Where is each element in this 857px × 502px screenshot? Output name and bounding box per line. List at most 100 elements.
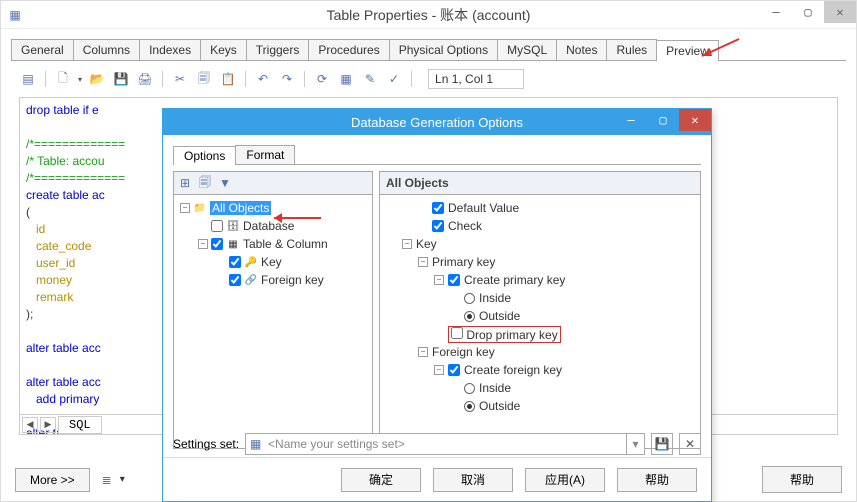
dialog-close-button[interactable]: ✕ (679, 109, 711, 131)
help-button[interactable]: 帮助 (762, 466, 842, 493)
tab-triggers[interactable]: Triggers (246, 39, 310, 60)
settings-set-input[interactable]: ▦ <Name your settings set> ▾ (245, 433, 645, 455)
paste-icon[interactable]: 📋 (219, 70, 237, 88)
options-tree[interactable]: Default ValueCheck−Key−Primary key−Creat… (379, 195, 701, 449)
option-row[interactable]: Inside (382, 379, 698, 397)
tab-procedures[interactable]: Procedures (308, 39, 389, 60)
option-row[interactable]: −Foreign key (382, 343, 698, 361)
dropdown-icon[interactable]: ▾ (120, 474, 125, 485)
nav-next-icon[interactable]: ▶ (40, 417, 56, 433)
dropdown-icon[interactable]: ▾ (626, 434, 644, 454)
db-generation-dialog: Database Generation Options — ▢ ✕ Option… (162, 108, 712, 502)
options-icon[interactable]: ▦ (337, 70, 355, 88)
object-tree[interactable]: −📁All Objects🗄Database−▦Table & Column🔑K… (173, 195, 373, 449)
tree-checkbox[interactable] (229, 256, 241, 268)
apply-button[interactable]: 应用(A) (525, 468, 605, 492)
new-icon[interactable]: 🗋 (54, 70, 72, 88)
tree-icon: 🔑 (244, 256, 258, 268)
tree-item[interactable]: 🔗Foreign key (176, 271, 370, 289)
close-button[interactable]: ✕ (824, 1, 856, 23)
settings-placeholder: <Name your settings set> (268, 437, 405, 451)
nav-prev-icon[interactable]: ◀ (22, 417, 38, 433)
tree-checkbox[interactable] (229, 274, 241, 286)
expand-all-icon[interactable]: ⊞ (178, 176, 192, 190)
more-button[interactable]: More >> (15, 468, 90, 492)
option-row[interactable]: −Create foreign key (382, 361, 698, 379)
option-row[interactable]: −Primary key (382, 253, 698, 271)
print-icon[interactable]: 🖨 (136, 70, 154, 88)
tab-mysql[interactable]: MySQL (497, 39, 557, 60)
option-checkbox[interactable] (432, 202, 444, 214)
ok-button[interactable]: 确定 (341, 468, 421, 492)
cut-icon[interactable]: ✂ (171, 70, 189, 88)
option-row[interactable]: Outside (382, 397, 698, 415)
maximize-button[interactable]: ▢ (792, 1, 824, 23)
option-checkbox[interactable] (432, 220, 444, 232)
option-checkbox[interactable] (448, 364, 460, 376)
tab-general[interactable]: General (11, 39, 74, 60)
option-checkbox[interactable] (451, 327, 463, 339)
tab-rules[interactable]: Rules (606, 39, 657, 60)
dialog-minimize-button[interactable]: — (615, 109, 647, 131)
dialog-maximize-button[interactable]: ▢ (647, 109, 679, 131)
save-settings-button[interactable]: 💾 (651, 433, 673, 455)
settings-set-row: Settings set: ▦ <Name your settings set>… (173, 433, 701, 455)
tab-columns[interactable]: Columns (73, 39, 140, 60)
tab-notes[interactable]: Notes (556, 39, 607, 60)
option-radio[interactable] (464, 293, 475, 304)
open-icon[interactable]: 📂 (88, 70, 106, 88)
undo-icon[interactable]: ↶ (254, 70, 272, 88)
dialog-titlebar: Database Generation Options — ▢ ✕ (163, 109, 711, 135)
dialog-help-button[interactable]: 帮助 (617, 468, 697, 492)
tree-root[interactable]: −📁All Objects (176, 199, 370, 217)
tree-checkbox[interactable] (211, 220, 223, 232)
copy-icon[interactable]: 🗐 (195, 70, 213, 88)
separator (411, 71, 412, 87)
option-row[interactable]: Drop primary key (382, 325, 698, 343)
tree-icon: 🔗 (244, 274, 258, 286)
option-radio[interactable] (464, 311, 475, 322)
hierarchy-icon[interactable]: ≣ (98, 471, 116, 489)
check-icon[interactable]: ✓ (385, 70, 403, 88)
option-radio[interactable] (464, 401, 475, 412)
option-row[interactable]: Default Value (382, 199, 698, 217)
refresh-icon[interactable]: ⟳ (313, 70, 331, 88)
tree-item[interactable]: 🗄Database (176, 217, 370, 235)
dropdown-icon[interactable]: ▾ (78, 75, 82, 84)
dialog-tab-format[interactable]: Format (235, 145, 295, 164)
tree-toolbar: ⊞ 🗐 ▼ (173, 171, 373, 195)
tab-physical-options[interactable]: Physical Options (389, 39, 498, 60)
tree-checkbox[interactable] (211, 238, 223, 250)
tab-keys[interactable]: Keys (200, 39, 247, 60)
options-detail-pane: All Objects Default ValueCheck−Key−Prima… (379, 171, 701, 449)
redo-icon[interactable]: ↷ (278, 70, 296, 88)
dialog-tab-options[interactable]: Options (173, 146, 236, 165)
tree-item[interactable]: −▦Table & Column (176, 235, 370, 253)
option-row[interactable]: Inside (382, 289, 698, 307)
dialog-tabs: OptionsFormat (173, 145, 701, 165)
tree-item[interactable]: 🔑Key (176, 253, 370, 271)
settings-icon: ▦ (250, 437, 264, 451)
option-row[interactable]: −Create primary key (382, 271, 698, 289)
filter-icon[interactable]: ▼ (218, 176, 232, 190)
option-row[interactable]: Outside (382, 307, 698, 325)
tab-preview[interactable]: Preview (656, 40, 719, 61)
option-radio[interactable] (464, 383, 475, 394)
option-row[interactable]: −Key (382, 235, 698, 253)
delete-settings-button[interactable]: ✕ (679, 433, 701, 455)
cancel-button[interactable]: 取消 (433, 468, 513, 492)
option-checkbox[interactable] (448, 274, 460, 286)
toolbar: ▤ 🗋 ▾ 📂 💾 🖨 ✂ 🗐 📋 ↶ ↷ ⟳ ▦ ✎ ✓ Ln 1, Col … (1, 61, 856, 97)
minimize-button[interactable]: — (760, 1, 792, 23)
tree-icon: 🗄 (226, 220, 240, 232)
titlebar: ▦ Table Properties - 账本 (account) — ▢ ✕ (1, 1, 856, 29)
save-icon[interactable]: 💾 (112, 70, 130, 88)
copy-icon[interactable]: 🗐 (198, 176, 212, 190)
document-icon[interactable]: ▤ (19, 70, 37, 88)
option-row[interactable]: Check (382, 217, 698, 235)
tab-sql[interactable]: SQL (58, 416, 102, 434)
cursor-position: Ln 1, Col 1 (428, 69, 524, 89)
edit-icon[interactable]: ✎ (361, 70, 379, 88)
tab-indexes[interactable]: Indexes (139, 39, 201, 60)
dialog-title: Database Generation Options (351, 115, 523, 130)
